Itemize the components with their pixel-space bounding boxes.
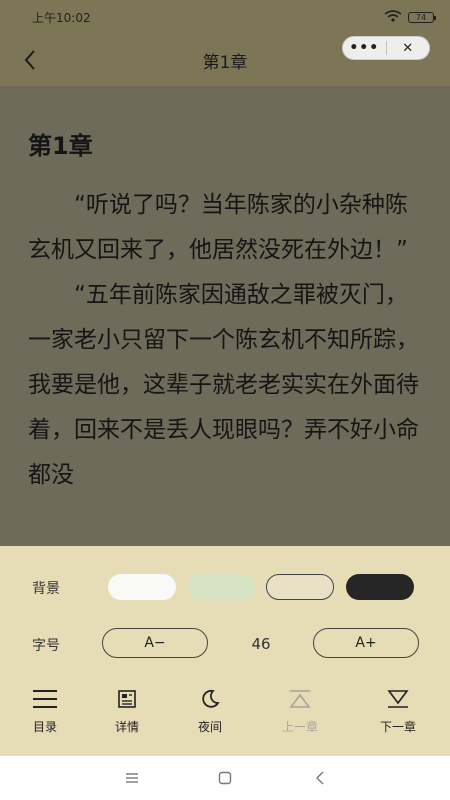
details-icon	[113, 686, 141, 712]
recent-apps-icon	[126, 773, 138, 783]
bg-beige-option[interactable]	[266, 574, 334, 600]
bg-white-option[interactable]	[108, 574, 176, 600]
home-icon	[218, 771, 232, 785]
moon-icon	[196, 686, 224, 712]
prev-chapter-button[interactable]: 上一章	[270, 686, 330, 742]
reader-settings-panel: 背景 字号 A− 46 A+ 目录 详情 夜间 上一章 下一章	[0, 546, 450, 756]
battery-icon: 74	[408, 11, 436, 23]
home-button[interactable]	[215, 768, 235, 788]
back-arrow-icon	[24, 50, 35, 70]
bottom-toolbar: 目录 详情 夜间 上一章 下一章	[0, 686, 450, 746]
back-icon	[316, 771, 324, 785]
font-decrease-button[interactable]: A−	[102, 628, 208, 658]
more-button[interactable]: •••	[343, 40, 386, 56]
close-button[interactable]: ✕	[387, 41, 430, 56]
chapter-heading: 第1章	[28, 132, 93, 160]
font-size-value: 46	[251, 635, 271, 653]
mini-program-capsule: ••• ✕	[342, 36, 430, 60]
bg-green-option[interactable]	[187, 574, 255, 600]
battery-level: 74	[415, 12, 427, 22]
background-label: 背景	[32, 581, 60, 597]
status-bar: 上午10:02 74	[0, 0, 450, 34]
font-size-label: 字号	[32, 638, 60, 654]
reading-area[interactable]: 第1章 “听说了吗？当年陈家的小杂种陈玄机又回来了，他居然没死在外边！” “五年…	[0, 86, 450, 546]
system-nav-bar	[0, 756, 450, 800]
prev-chapter-icon	[286, 686, 314, 712]
prev-chapter-label: 上一章	[281, 720, 318, 734]
page-title: 第1章	[202, 52, 248, 73]
recent-apps-button[interactable]	[122, 768, 142, 788]
paragraph: “五年前陈家因通敌之罪被灭门，一家老小只留下一个陈玄机不知所踪，我要是他，这辈子…	[28, 282, 419, 488]
back-button[interactable]	[18, 48, 42, 72]
font-increase-button[interactable]: A+	[313, 628, 419, 658]
next-chapter-button[interactable]: 下一章	[368, 686, 428, 742]
next-chapter-icon	[384, 686, 412, 712]
night-mode-button[interactable]: 夜间	[180, 686, 240, 742]
status-icons: 74	[384, 9, 436, 25]
menu-icon	[31, 686, 59, 712]
system-back-button[interactable]	[310, 768, 330, 788]
wifi-icon	[384, 9, 402, 25]
paragraph: “听说了吗？当年陈家的小杂种陈玄机又回来了，他居然没死在外边！”	[28, 192, 408, 263]
status-time: 上午10:02	[32, 10, 91, 25]
bg-dark-option[interactable]	[346, 574, 414, 600]
details-button[interactable]: 详情	[97, 686, 157, 742]
night-mode-label: 夜间	[197, 720, 222, 734]
next-chapter-label: 下一章	[379, 720, 416, 734]
details-label: 详情	[114, 720, 139, 734]
toc-button[interactable]: 目录	[15, 686, 75, 742]
toc-label: 目录	[32, 720, 57, 734]
